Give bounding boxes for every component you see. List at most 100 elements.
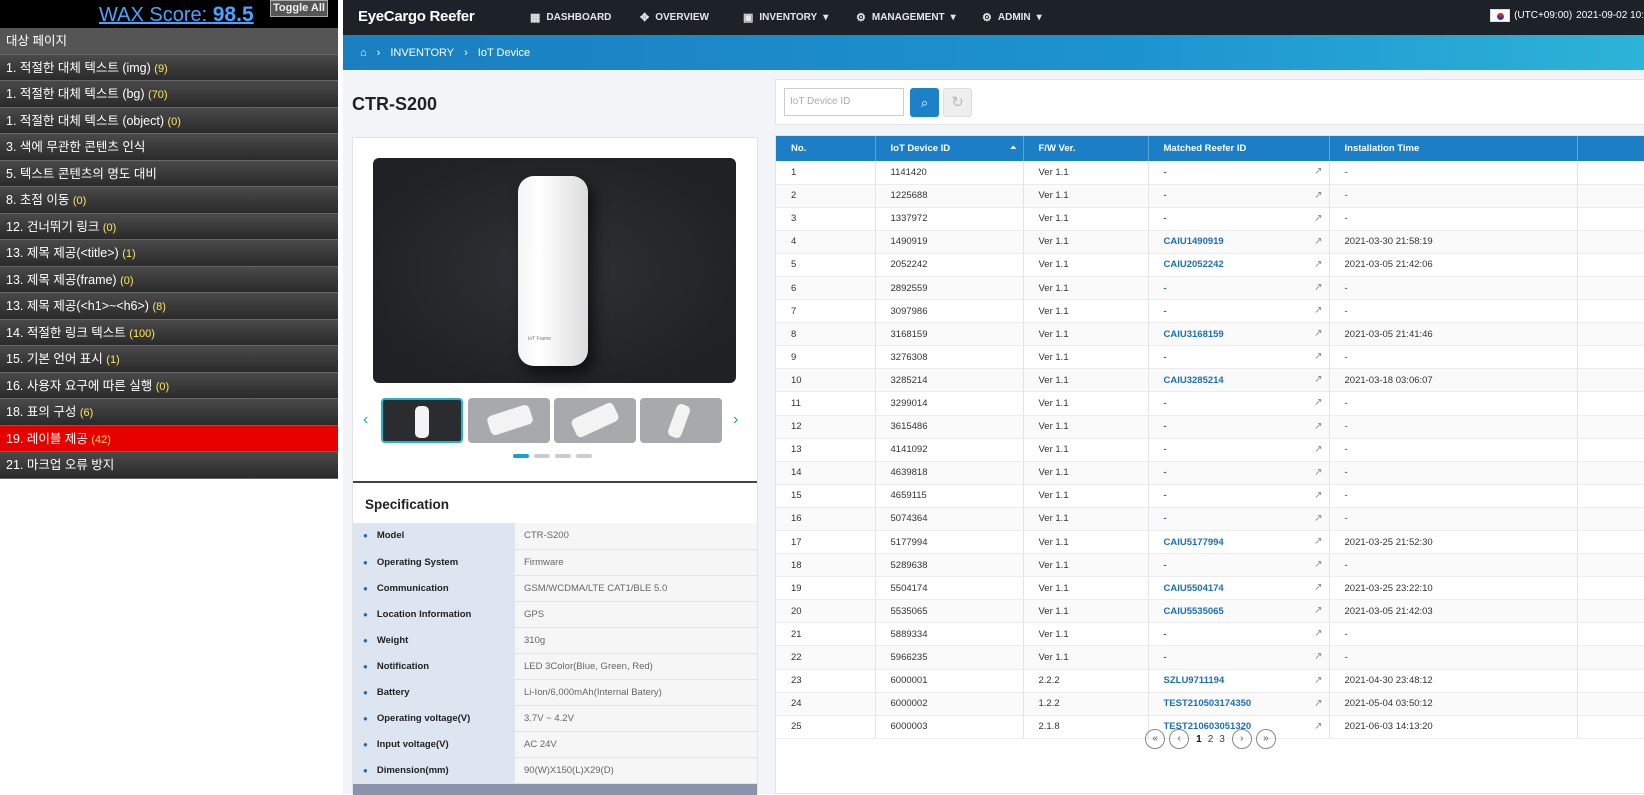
thumbnail-3[interactable] xyxy=(554,398,636,443)
refresh-button[interactable]: ↻ xyxy=(943,88,972,117)
open-link-icon[interactable]: ↗ xyxy=(1314,490,1322,501)
carousel-dot[interactable] xyxy=(555,454,571,458)
table-row[interactable]: 18 5289638 Ver 1.1- ↗ - xyxy=(776,553,1644,578)
timezone-display[interactable]: (UTC+09:00) 2021-09-02 10: xyxy=(1490,9,1644,22)
wax-item[interactable]: 1. 적절한 대체 텍스트 (object) (0) xyxy=(0,107,338,134)
table-row[interactable]: 21 5889334 Ver 1.1- ↗ - xyxy=(776,622,1644,647)
thumbnail-1[interactable] xyxy=(381,398,463,443)
table-row[interactable]: 20 5535065 Ver 1.1 CAIU5535065 ↗ 2021-03-05 2… xyxy=(776,599,1644,624)
matched-reefer-id[interactable]: CAIU5504174 ↗ xyxy=(1148,576,1330,601)
next-page-button[interactable]: › xyxy=(1231,729,1252,749)
wax-item[interactable]: 8. 초점 이동 (0) xyxy=(0,187,338,214)
page-number-3[interactable]: 3 xyxy=(1216,734,1228,745)
open-link-icon[interactable]: ↗ xyxy=(1314,190,1322,201)
wax-item[interactable]: 1. 적절한 대체 텍스트 (img) (9) xyxy=(0,54,338,81)
table-row[interactable]: 1 1141420 Ver 1.1- ↗ - xyxy=(776,161,1644,185)
table-row[interactable]: 17 5177994 Ver 1.1 CAIU5177994 ↗ 2021-03-25 2… xyxy=(776,530,1644,555)
open-link-icon[interactable]: ↗ xyxy=(1314,259,1322,270)
wax-item[interactable]: 15. 기본 언어 표시 (1) xyxy=(0,346,338,373)
prev-page-button[interactable]: ‹ xyxy=(1169,729,1190,749)
first-page-button[interactable]: « xyxy=(1145,729,1166,749)
nav-management[interactable]: ⚙ MANAGEMENT ▾ xyxy=(856,11,956,24)
table-row[interactable]: 22 5966235 Ver 1.1- ↗ - xyxy=(776,645,1644,670)
column-header[interactable]: Matched Reefer ID xyxy=(1148,136,1330,161)
open-link-icon[interactable]: ↗ xyxy=(1314,236,1322,247)
matched-reefer-id[interactable]: CAIU5535065 ↗ xyxy=(1148,599,1330,624)
table-row[interactable]: 13 4141092 Ver 1.1- ↗ - xyxy=(776,438,1644,462)
matched-reefer-id[interactable]: CAIU5177994 ↗ xyxy=(1148,530,1330,555)
table-row[interactable]: 15 4659115 Ver 1.1- ↗ - xyxy=(776,484,1644,508)
wax-item[interactable]: 3. 색에 무관한 콘텐츠 인식 xyxy=(0,134,338,161)
column-header[interactable]: F/W Ver. xyxy=(1023,136,1149,161)
search-button[interactable]: ⌕ xyxy=(910,88,939,117)
open-link-icon[interactable]: ↗ xyxy=(1314,374,1322,385)
open-link-icon[interactable]: ↗ xyxy=(1314,559,1322,570)
table-row[interactable]: 19 5504174 Ver 1.1 CAIU5504174 ↗ 2021-03-25 2… xyxy=(776,576,1644,601)
column-header[interactable]: No. xyxy=(776,136,876,161)
nav-overview[interactable]: ✥ OVERVIEW xyxy=(640,11,709,24)
thumbnail-4[interactable] xyxy=(640,398,722,443)
open-link-icon[interactable]: ↗ xyxy=(1314,651,1322,662)
home-icon[interactable]: ⌂ xyxy=(360,47,367,59)
open-link-icon[interactable]: ↗ xyxy=(1314,467,1322,478)
page-number-1[interactable]: 1 xyxy=(1193,734,1205,745)
carousel-dot[interactable] xyxy=(534,454,550,458)
wax-item[interactable]: 13. 제목 제공(<title>) (1) xyxy=(0,240,338,267)
table-row[interactable]: 9 3276308 Ver 1.1- ↗ - xyxy=(776,345,1644,370)
wax-item[interactable]: 14. 적절한 링크 텍스트 (100) xyxy=(0,319,338,346)
column-header[interactable]: Installation Time xyxy=(1329,136,1578,161)
table-row[interactable]: 4 1490919 Ver 1.1 CAIU1490919 ↗ 2021-03-30 21… xyxy=(776,230,1644,254)
open-link-icon[interactable]: ↗ xyxy=(1314,444,1322,455)
wax-item[interactable]: 21. 마크업 오류 방지 xyxy=(0,452,338,479)
open-link-icon[interactable]: ↗ xyxy=(1314,397,1322,408)
nav-dashboard[interactable]: ▦ DASHBOARD xyxy=(530,11,611,24)
table-row[interactable]: 8 3168159 Ver 1.1 CAIU3168159 ↗ 2021-03-05 21… xyxy=(776,322,1644,347)
table-row[interactable]: 6 2892559 Ver 1.1- ↗ - xyxy=(776,276,1644,301)
open-link-icon[interactable]: ↗ xyxy=(1314,582,1322,593)
carousel-dot[interactable] xyxy=(513,454,529,458)
thumbnail-2[interactable] xyxy=(468,398,550,443)
app-logo[interactable]: EyeCargo Reefer xyxy=(358,8,475,25)
open-link-icon[interactable]: ↗ xyxy=(1314,675,1322,686)
table-row[interactable]: 14 4639818 Ver 1.1- ↗ - xyxy=(776,461,1644,485)
open-link-icon[interactable]: ↗ xyxy=(1314,166,1322,177)
table-row[interactable]: 12 3615486 Ver 1.1- ↗ - xyxy=(776,415,1644,439)
sort-asc-icon[interactable]: ⏶ xyxy=(1010,143,1016,153)
matched-reefer-id[interactable]: CAIU3285214 ↗ xyxy=(1148,368,1330,393)
matched-reefer-id[interactable]: CAIU2052242 ↗ xyxy=(1148,253,1330,277)
wax-item[interactable]: 5. 텍스트 콘텐츠의 명도 대비 xyxy=(0,160,338,187)
wax-item[interactable]: 1. 적절한 대체 텍스트 (bg) (70) xyxy=(0,81,338,108)
open-link-icon[interactable]: ↗ xyxy=(1314,536,1322,547)
table-row[interactable]: 5 2052242 Ver 1.1 CAIU2052242 ↗ 2021-03-05 21… xyxy=(776,253,1644,277)
open-link-icon[interactable]: ↗ xyxy=(1314,513,1322,524)
nav-admin[interactable]: ⚙ ADMIN ▾ xyxy=(982,11,1042,24)
toggle-all-button[interactable]: Toggle All xyxy=(270,0,328,17)
column-header[interactable]: IoT Device ID ⏶ xyxy=(875,136,1024,161)
open-link-icon[interactable]: ↗ xyxy=(1314,305,1322,316)
matched-reefer-id[interactable]: TEST210503174350 ↗ xyxy=(1148,692,1330,716)
table-row[interactable]: 24 6000002 1.2.2 TEST210503174350 ↗ 2021-05-0… xyxy=(776,692,1644,716)
page-number-2[interactable]: 2 xyxy=(1205,734,1217,745)
table-row[interactable]: 16 5074364 Ver 1.1- ↗ - xyxy=(776,507,1644,532)
open-link-icon[interactable]: ↗ xyxy=(1314,351,1322,362)
open-link-icon[interactable]: ↗ xyxy=(1314,605,1322,616)
matched-reefer-id[interactable]: CAIU1490919 ↗ xyxy=(1148,230,1330,254)
table-row[interactable]: 7 3097986 Ver 1.1- ↗ - xyxy=(776,299,1644,324)
carousel-prev-icon[interactable]: ‹ xyxy=(363,411,368,429)
matched-reefer-id[interactable]: CAIU3168159 ↗ xyxy=(1148,322,1330,347)
wax-item[interactable]: 19. 레이블 제공 (42) xyxy=(0,425,338,452)
carousel-dot[interactable] xyxy=(576,454,592,458)
open-link-icon[interactable]: ↗ xyxy=(1314,421,1322,432)
open-link-icon[interactable]: ↗ xyxy=(1314,282,1322,293)
carousel-next-icon[interactable]: › xyxy=(733,411,738,429)
wax-item[interactable]: 13. 제목 제공(<h1>~<h6>) (8) xyxy=(0,293,338,320)
open-link-icon[interactable]: ↗ xyxy=(1314,698,1322,709)
wax-item[interactable]: 18. 표의 구성 (6) xyxy=(0,399,338,426)
table-row[interactable]: 10 3285214 Ver 1.1 CAIU3285214 ↗ 2021-03-18 0… xyxy=(776,368,1644,393)
open-link-icon[interactable]: ↗ xyxy=(1314,328,1322,339)
open-link-icon[interactable]: ↗ xyxy=(1314,213,1322,224)
wax-item[interactable]: 13. 제목 제공(frame) (0) xyxy=(0,266,338,293)
device-id-search-input[interactable]: IoT Device ID xyxy=(784,88,904,116)
breadcrumb-inventory[interactable]: INVENTORY xyxy=(390,47,454,59)
table-row[interactable]: 3 1337972 Ver 1.1- ↗ - xyxy=(776,207,1644,231)
